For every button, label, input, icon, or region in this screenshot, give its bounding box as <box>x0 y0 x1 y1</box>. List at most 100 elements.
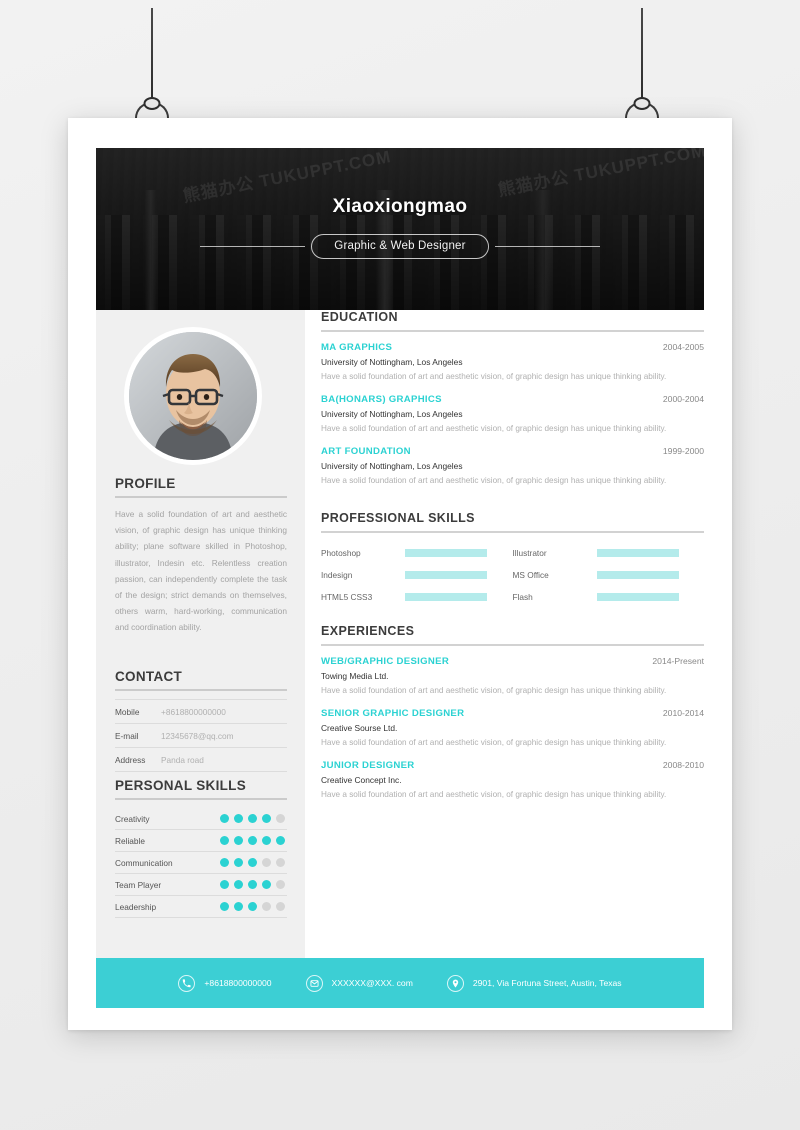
avatar-photo <box>129 332 257 460</box>
candidate-name: Xiaoxiongmao <box>332 196 468 217</box>
skill-bar-item: Illustrator <box>513 542 705 564</box>
rating-dots <box>220 880 287 889</box>
personal-skill-label: Leadership <box>115 901 157 912</box>
education-list: MA GRAPHICS 2004-2005 University of Nott… <box>321 342 704 489</box>
education-entry: MA GRAPHICS 2004-2005 University of Nott… <box>321 342 704 384</box>
entry-description: Have a solid foundation of art and aesth… <box>321 372 667 381</box>
rating-dot <box>234 880 243 889</box>
rating-dot <box>248 902 257 911</box>
experience-list: WEB/GRAPHIC DESIGNER 2014-Present Towing… <box>321 656 704 803</box>
entry-subtitle: Towing Media Ltd. <box>321 670 389 681</box>
personal-skills-heading: PERSONAL SKILLS <box>115 778 287 800</box>
rating-dot <box>220 814 229 823</box>
skill-label: Indesign <box>321 569 353 580</box>
rating-dot <box>220 836 229 845</box>
experiences-section: EXPERIENCES WEB/GRAPHIC DESIGNER 2014-Pr… <box>321 624 704 803</box>
personal-skill-label: Creativity <box>115 813 150 824</box>
contact-label: E-mail <box>115 730 139 741</box>
education-entry: BA(HONARS) GRAPHICS 2000-2004 University… <box>321 394 704 436</box>
rating-dots <box>220 858 287 867</box>
skill-progress-track <box>405 548 487 557</box>
entry-title: ART FOUNDATION <box>321 446 411 458</box>
experience-entry: SENIOR GRAPHIC DESIGNER 2010-2014 Creati… <box>321 708 704 750</box>
footer-address-text: 2901, Via Fortuna Street, Austin, Texas <box>472 978 622 988</box>
skill-progress-track <box>596 592 679 601</box>
skill-label: MS Office <box>512 569 549 580</box>
contact-heading: CONTACT <box>115 669 287 691</box>
mail-icon <box>305 974 323 992</box>
entry-date: 1999-2000 <box>662 446 704 457</box>
experiences-heading: EXPERIENCES <box>321 624 704 646</box>
entry-description: Have a solid foundation of art and aesth… <box>321 424 667 434</box>
avatar <box>129 332 257 460</box>
footer-item-email: XXXXXX@XXX. com <box>305 974 413 992</box>
entry-header: BA(HONARS) GRAPHICS 2000-2004 <box>321 394 704 405</box>
entry-title: JUNIOR DESIGNER <box>321 759 415 771</box>
rating-dot <box>220 858 229 867</box>
rating-dots <box>220 836 287 845</box>
footer-contact-bar: +8618800000000 XXXXXX@XXX. com 2901, Via… <box>96 958 704 1008</box>
contact-row-address: Address Panda road <box>115 748 287 772</box>
rating-dot <box>234 858 243 867</box>
entry-subtitle: University of Nottingham, Los Angeles <box>321 409 463 420</box>
clip-string <box>151 8 153 108</box>
contact-row-email: E-mail 12345678@qq.com <box>115 724 287 748</box>
contact-label: Address <box>115 754 146 765</box>
entry-subtitle: University of Nottingham, Los Angeles <box>321 357 463 367</box>
personal-skill-row: Team Player <box>115 874 287 896</box>
footer-item-address: 2901, Via Fortuna Street, Austin, Texas <box>446 974 622 992</box>
footer-email-text: XXXXXX@XXX. com <box>331 978 413 988</box>
skill-bar-item: MS Office <box>513 564 705 586</box>
personal-skill-label: Team Player <box>115 879 162 890</box>
skill-bars-list: Photoshop Illustrator Indesign MS Office… <box>321 542 704 608</box>
location-pin-icon <box>446 974 464 992</box>
entry-header: JUNIOR DESIGNER 2008-2010 <box>321 760 704 771</box>
entry-description: Have a solid foundation of art and aesth… <box>321 476 667 486</box>
entry-description: Have a solid foundation of art and aesth… <box>321 789 667 799</box>
experience-entry: JUNIOR DESIGNER 2008-2010 Creative Conce… <box>321 760 704 802</box>
phone-icon <box>178 974 196 992</box>
rating-dot <box>248 880 257 889</box>
entry-header: ART FOUNDATION 1999-2000 <box>321 446 704 457</box>
rating-dot <box>276 858 285 867</box>
entry-date: 2014-Present <box>652 655 704 666</box>
entry-header: SENIOR GRAPHIC DESIGNER 2010-2014 <box>321 708 704 719</box>
rating-dot <box>220 902 229 911</box>
personal-skills-list: Creativity Reliable Communication Team P… <box>115 808 287 918</box>
rating-dots <box>220 814 287 823</box>
education-heading: EDUCATION <box>321 310 704 332</box>
experience-entry: WEB/GRAPHIC DESIGNER 2014-Present Towing… <box>321 656 704 698</box>
entry-description: Have a solid foundation of art and aesth… <box>321 737 667 747</box>
personal-skill-row: Reliable <box>115 830 287 852</box>
skill-label: Illustrator <box>512 547 547 558</box>
clip-string <box>641 8 643 108</box>
entry-description: Have a solid foundation of art and aesth… <box>321 685 667 695</box>
rating-dot <box>262 902 271 911</box>
rating-dot <box>248 858 257 867</box>
rating-dot <box>276 836 285 845</box>
personal-skills-section: PERSONAL SKILLS Creativity Reliable Comm… <box>115 778 287 918</box>
job-title-badge: Graphic & Web Designer <box>311 234 489 259</box>
entry-date: 2008-2010 <box>662 759 704 770</box>
professional-skills-heading: PROFESSIONAL SKILLS <box>321 511 704 533</box>
job-title-row: Graphic & Web Designer <box>96 234 704 259</box>
entry-title: SENIOR GRAPHIC DESIGNER <box>321 707 465 719</box>
personal-skill-row: Creativity <box>115 808 287 830</box>
entry-subtitle: University of Nottingham, Los Angeles <box>321 461 463 472</box>
contact-value: +8618800000000 <box>161 706 226 717</box>
rating-dot <box>276 880 285 889</box>
profile-section: PROFILE Have a solid foundation of art a… <box>115 476 287 635</box>
divider-right <box>494 246 600 247</box>
footer-phone-text: +8618800000000 <box>204 978 272 988</box>
education-section: EDUCATION MA GRAPHICS 2004-2005 Universi… <box>321 310 704 489</box>
personal-skill-row: Leadership <box>115 896 287 918</box>
skill-progress-track <box>596 548 679 557</box>
personal-skill-label: Reliable <box>115 835 145 846</box>
personal-skill-row: Communication <box>115 852 287 874</box>
rating-dot <box>248 814 257 823</box>
skill-bar-item: Indesign <box>321 564 513 586</box>
rating-dot <box>234 902 243 911</box>
skill-label: HTML5 CSS3 <box>321 591 373 602</box>
rating-dot <box>262 814 271 823</box>
rating-dot <box>276 902 285 911</box>
